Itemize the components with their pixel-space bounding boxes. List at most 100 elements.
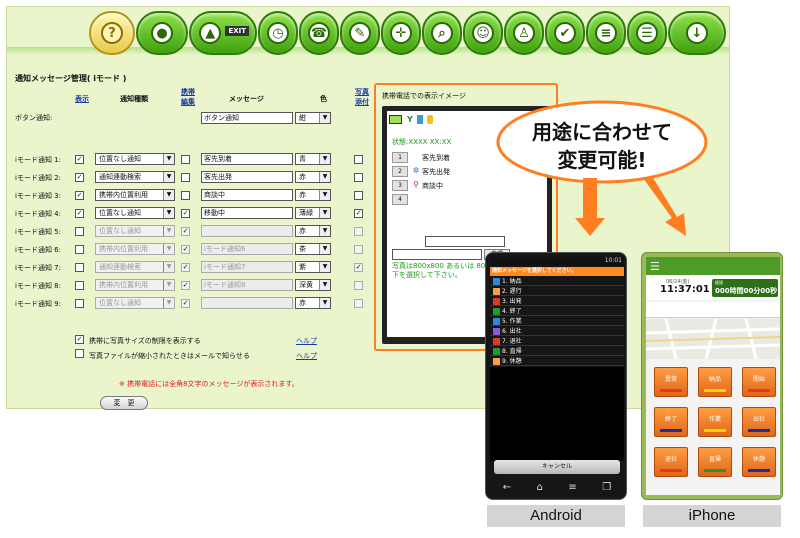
- message-input[interactable]: [201, 297, 293, 309]
- photo-checkbox[interactable]: [354, 227, 363, 236]
- pin-button[interactable]: ↓: [668, 11, 726, 55]
- display-checkbox[interactable]: ✓: [75, 173, 84, 182]
- display-checkbox[interactable]: ✓: [75, 191, 84, 200]
- header-mobile-edit-2[interactable]: 編集: [181, 97, 195, 107]
- mobile-edit-checkbox[interactable]: ✓: [181, 263, 190, 272]
- android-list-item[interactable]: 3. 出発: [490, 297, 624, 306]
- checklist-button[interactable]: ✔: [545, 11, 585, 55]
- preview-text-input[interactable]: [425, 236, 505, 247]
- android-list-item[interactable]: 7. 退社: [490, 337, 624, 346]
- photo-checkbox[interactable]: ✓: [354, 209, 363, 218]
- android-list-item[interactable]: 2. 遅行: [490, 287, 624, 296]
- iphone-action-button[interactable]: 直帰: [698, 447, 732, 477]
- recent-apps-icon[interactable]: ❐: [602, 482, 611, 493]
- iphone-action-button[interactable]: 休憩: [742, 447, 776, 477]
- option1-checkbox[interactable]: ✓: [75, 335, 84, 344]
- message-input[interactable]: iモード通知7: [201, 261, 293, 273]
- color-select[interactable]: 赤: [295, 189, 331, 201]
- iphone-action-button[interactable]: 終了: [654, 407, 688, 437]
- people-button[interactable]: ☺: [463, 11, 503, 55]
- photo-checkbox[interactable]: [354, 299, 363, 308]
- change-button[interactable]: 変 更: [100, 396, 148, 410]
- clock-button[interactable]: ◷: [258, 11, 298, 55]
- header-photo-1[interactable]: 写真: [355, 87, 369, 97]
- menu-icon[interactable]: ≡: [568, 482, 576, 493]
- notify-type-select[interactable]: 位置なし通知: [95, 297, 175, 309]
- color-select[interactable]: 茶: [295, 243, 331, 255]
- iphone-action-button[interactable]: 出社: [742, 407, 776, 437]
- notify-type-select[interactable]: 携帯内位置利用: [95, 243, 175, 255]
- exit-button[interactable]: ▲ EXIT: [189, 11, 257, 55]
- display-checkbox[interactable]: [75, 245, 84, 254]
- mobile-edit-checkbox[interactable]: [181, 173, 190, 182]
- photo-checkbox[interactable]: [354, 173, 363, 182]
- display-checkbox[interactable]: ✓: [75, 155, 84, 164]
- option2-checkbox[interactable]: [75, 349, 84, 358]
- preview-item[interactable]: 1 客先到着: [392, 152, 502, 164]
- pin-pen-button[interactable]: ✎: [340, 11, 380, 55]
- mobile-edit-checkbox[interactable]: ✓: [181, 245, 190, 254]
- button-notify-message[interactable]: ボタン通知: [201, 112, 293, 124]
- header-mobile-edit-1[interactable]: 携帯: [181, 87, 195, 97]
- iphone-action-button[interactable]: 納品: [698, 367, 732, 397]
- document-edit-button[interactable]: ☰: [627, 11, 667, 55]
- notify-type-select[interactable]: 通知連動検索: [95, 171, 175, 183]
- iphone-action-button[interactable]: 異常: [654, 367, 688, 397]
- notify-type-select[interactable]: 位置なし通知: [95, 153, 175, 165]
- display-checkbox[interactable]: [75, 281, 84, 290]
- android-list-item[interactable]: 6. 出社: [490, 327, 624, 336]
- message-input[interactable]: [201, 225, 293, 237]
- mobile-edit-checkbox[interactable]: ✓: [181, 281, 190, 290]
- android-list-item[interactable]: 4. 終了: [490, 307, 624, 316]
- iphone-action-button[interactable]: 開始: [742, 367, 776, 397]
- iphone-map[interactable]: [646, 319, 780, 359]
- help-button[interactable]: ?: [89, 11, 135, 55]
- hamburger-icon[interactable]: ☰: [650, 260, 660, 273]
- preview-item[interactable]: 3 ⚲ 商談中: [392, 180, 502, 192]
- message-input[interactable]: 客先到着: [201, 153, 293, 165]
- back-icon[interactable]: ←: [503, 482, 511, 493]
- mobile-edit-checkbox[interactable]: [181, 191, 190, 200]
- color-select[interactable]: 紫: [295, 261, 331, 273]
- android-list-item[interactable]: 9. 休憩: [490, 357, 624, 366]
- display-checkbox[interactable]: [75, 263, 84, 272]
- color-select[interactable]: 赤: [295, 225, 331, 237]
- iphone-search-bar[interactable]: [646, 302, 780, 318]
- color-select[interactable]: 赤: [295, 171, 331, 183]
- display-checkbox[interactable]: [75, 299, 84, 308]
- notify-type-select[interactable]: 携帯内位置利用: [95, 279, 175, 291]
- header-display[interactable]: 表示: [75, 94, 89, 104]
- iphone-action-button[interactable]: 作業: [698, 407, 732, 437]
- button-notify-color[interactable]: 紺: [295, 112, 331, 124]
- phone-button[interactable]: ☎: [299, 11, 339, 55]
- color-select[interactable]: 青: [295, 153, 331, 165]
- message-input[interactable]: 商談中: [201, 189, 293, 201]
- mobile-edit-checkbox[interactable]: ✓: [181, 299, 190, 308]
- preview-item[interactable]: 4: [392, 194, 502, 206]
- photo-checkbox[interactable]: [354, 155, 363, 164]
- help-link-1[interactable]: ヘルプ: [296, 336, 317, 346]
- notify-type-select[interactable]: 通知連動検索: [95, 261, 175, 273]
- map-pin-button[interactable]: ●: [136, 11, 188, 55]
- android-list-item[interactable]: 1. 納品: [490, 277, 624, 286]
- mobile-edit-checkbox[interactable]: ✓: [181, 209, 190, 218]
- preview-item[interactable]: 2 ✲ 客先出発: [392, 166, 502, 178]
- message-input[interactable]: 客先出発: [201, 171, 293, 183]
- home-icon[interactable]: ⌂: [537, 482, 543, 493]
- notify-type-select[interactable]: 位置なし通知: [95, 207, 175, 219]
- mobile-edit-checkbox[interactable]: ✓: [181, 227, 190, 236]
- message-input[interactable]: 移動中: [201, 207, 293, 219]
- message-input[interactable]: iモード通知6: [201, 243, 293, 255]
- notify-type-select[interactable]: 携帯内位置利用: [95, 189, 175, 201]
- mobile-edit-checkbox[interactable]: [181, 155, 190, 164]
- photo-checkbox[interactable]: [354, 245, 363, 254]
- help-link-2[interactable]: ヘルプ: [296, 351, 317, 361]
- iphone-action-button[interactable]: 退社: [654, 447, 688, 477]
- map-search-button[interactable]: ⌕: [422, 11, 462, 55]
- person-button[interactable]: ♙: [504, 11, 544, 55]
- display-checkbox[interactable]: [75, 227, 84, 236]
- map-grid-button[interactable]: ✛: [381, 11, 421, 55]
- photo-checkbox[interactable]: [354, 191, 363, 200]
- document-button[interactable]: ≡: [586, 11, 626, 55]
- display-checkbox[interactable]: ✓: [75, 209, 84, 218]
